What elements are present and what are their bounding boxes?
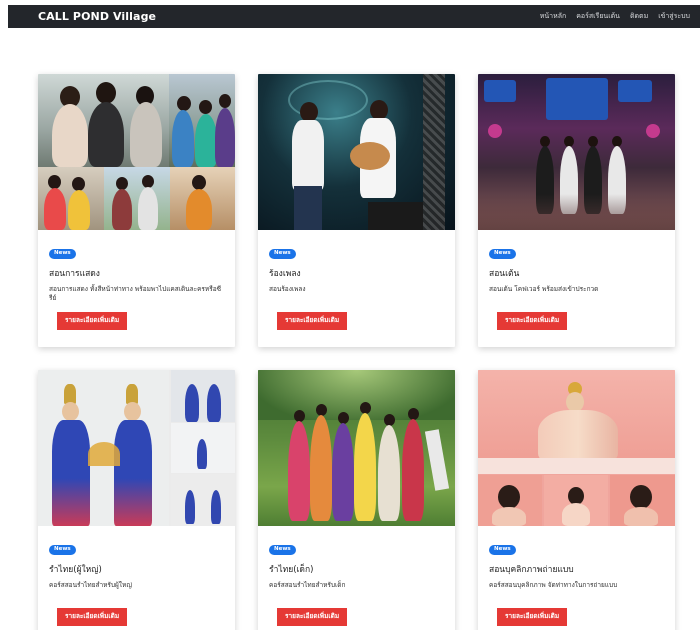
card-description: สอนร้องเพลง xyxy=(269,284,306,293)
card-image-thai-dance-adults xyxy=(38,370,235,526)
card-body: News สอนบุคลิกภาพถ่ายแบบ คอร์สสอนบุคลิกภ… xyxy=(478,526,675,630)
course-card-dance: News สอนเต้น สอนเต้น โคฟเวอร์ พร้อมส่งเข… xyxy=(478,74,675,347)
card-title: ร้องเพลง xyxy=(269,268,301,279)
card-title: รำไทย(เด็ก) xyxy=(269,564,314,575)
news-badge: News xyxy=(489,545,516,555)
news-badge: News xyxy=(269,249,296,259)
card-body: News สอนการแสดง สอนการแสดง ทั้งสีหน้าท่า… xyxy=(38,230,235,347)
details-button-thai-dance-kids[interactable]: รายละเอียดเพิ่มเติม xyxy=(277,607,348,627)
card-title: สอนบุคลิกภาพถ่ายแบบ xyxy=(489,564,574,575)
nav-link-home[interactable]: หน้าหลัก xyxy=(540,11,566,22)
card-image-acting xyxy=(38,74,235,230)
card-body: News รำไทย(เด็ก) คอร์สสอนรำไทยสำหรับเด็ก… xyxy=(258,526,455,630)
nav-links: หน้าหลัก คอร์สเรียนเต้น ติดตม เข้าสู่ระบ… xyxy=(540,11,690,22)
card-description: สอนเต้น โคฟเวอร์ พร้อมส่งเข้าประกวด xyxy=(489,284,599,293)
card-title: สอนการแสดง xyxy=(49,268,100,279)
card-description: คอร์สสอนบุคลิกภาพ จัดท่าทางในการถ่ายแบบ xyxy=(489,580,618,589)
details-button-thai-dance-adults[interactable]: รายละเอียดเพิ่มเติม xyxy=(57,607,128,627)
card-description: คอร์สสอนรำไทยสำหรับเด็ก xyxy=(269,580,346,589)
nav-link-contact[interactable]: ติดตม xyxy=(630,11,648,22)
course-card-thai-dance-adults: News รำไทย(ผู้ใหญ่) คอร์สสอนรำไทยสำหรับผ… xyxy=(38,370,235,630)
card-image-thai-dance-kids xyxy=(258,370,455,526)
nav-link-login[interactable]: เข้าสู่ระบบ xyxy=(658,11,690,22)
card-title: รำไทย(ผู้ใหญ่) xyxy=(49,564,102,575)
card-image-personality-modeling xyxy=(478,370,675,526)
course-card-acting: News สอนการแสดง สอนการแสดง ทั้งสีหน้าท่า… xyxy=(38,74,235,347)
details-button-dance[interactable]: รายละเอียดเพิ่มเติม xyxy=(497,311,568,331)
card-title: สอนเต้น xyxy=(489,268,520,279)
course-card-thai-dance-kids: News รำไทย(เด็ก) คอร์สสอนรำไทยสำหรับเด็ก… xyxy=(258,370,455,630)
details-button-personality-modeling[interactable]: รายละเอียดเพิ่มเติม xyxy=(497,607,568,627)
details-button-acting[interactable]: รายละเอียดเพิ่มเติม xyxy=(57,311,128,331)
card-body: News รำไทย(ผู้ใหญ่) คอร์สสอนรำไทยสำหรับผ… xyxy=(38,526,235,630)
nav-link-dance-courses[interactable]: คอร์สเรียนเต้น xyxy=(576,11,620,22)
course-card-personality-modeling: News สอนบุคลิกภาพถ่ายแบบ คอร์สสอนบุคลิกภ… xyxy=(478,370,675,630)
course-card-singing: News ร้องเพลง สอนร้องเพลง รายละเอียดเพิ่… xyxy=(258,74,455,347)
news-badge: News xyxy=(489,249,516,259)
navbar: CALL POND Village หน้าหลัก คอร์สเรียนเต้… xyxy=(8,5,700,28)
details-button-singing[interactable]: รายละเอียดเพิ่มเติม xyxy=(277,311,348,331)
news-badge: News xyxy=(49,249,76,259)
card-body: News สอนเต้น สอนเต้น โคฟเวอร์ พร้อมส่งเข… xyxy=(478,230,675,347)
card-description: สอนการแสดง ทั้งสีหน้าท่าทาง พร้อมพาไปแคส… xyxy=(49,284,222,303)
card-image-singing xyxy=(258,74,455,230)
news-badge: News xyxy=(269,545,296,555)
card-image-dance xyxy=(478,74,675,230)
card-description: คอร์สสอนรำไทยสำหรับผู้ใหญ่ xyxy=(49,580,132,589)
news-badge: News xyxy=(49,545,76,555)
card-body: News ร้องเพลง สอนร้องเพลง รายละเอียดเพิ่… xyxy=(258,230,455,347)
brand-logo-text[interactable]: CALL POND Village xyxy=(38,10,156,23)
